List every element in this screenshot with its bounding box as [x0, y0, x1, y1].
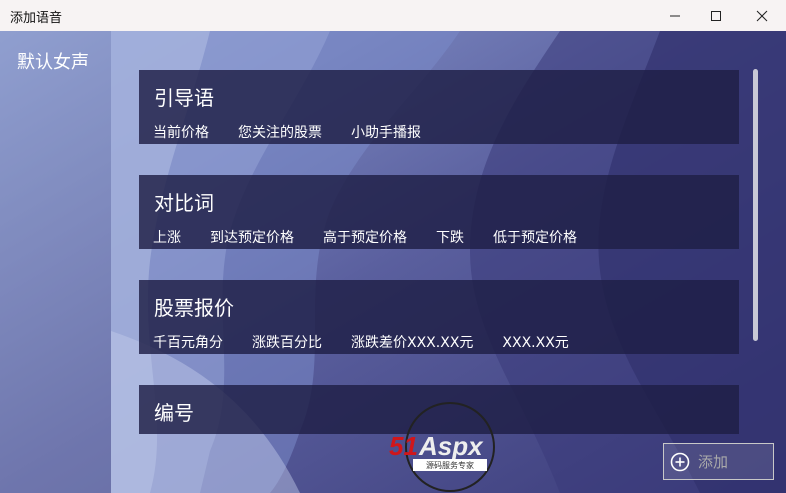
maximize-button[interactable] [693, 0, 739, 31]
close-icon [756, 10, 768, 21]
option-item[interactable]: 当前价格 [153, 122, 209, 142]
option-item[interactable]: 上涨 [153, 227, 181, 247]
watermark-logo: 51 Aspx 源码服务专家 [389, 402, 495, 492]
option-item[interactable]: XXX.XX元 [502, 332, 568, 352]
sidebar-item-default-female-voice[interactable]: 默认女声 [17, 48, 89, 74]
option-item[interactable]: 低于预定价格 [493, 227, 577, 247]
add-button[interactable]: 添加 [663, 443, 774, 480]
option-item[interactable]: 涨跌百分比 [252, 332, 322, 352]
maximize-icon [711, 10, 721, 21]
option-item[interactable]: 小助手播报 [351, 122, 421, 142]
card-comparison: 对比词 上涨 到达预定价格 高于预定价格 下跌 低于预定价格 [139, 175, 739, 249]
window-title: 添加语音 [10, 11, 63, 26]
option-item[interactable]: 高于预定价格 [323, 227, 407, 247]
option-item[interactable]: 您关注的股票 [238, 122, 322, 142]
card-heading: 股票报价 [154, 296, 234, 320]
minimize-icon [670, 15, 680, 16]
minimize-button[interactable] [652, 0, 698, 31]
option-item[interactable]: 下跌 [436, 227, 464, 247]
watermark-tagline: 源码服务专家 [426, 460, 474, 470]
watermark-brand-51: 51 [389, 431, 418, 461]
sidebar: 默认女声 [0, 31, 111, 493]
vertical-scrollbar[interactable] [753, 69, 758, 341]
main-content: 默认女声 引导语 当前价格 您关注的股票 小助手播报 对比词 上涨 到达预定价格… [0, 31, 786, 493]
plus-circle-icon [670, 452, 690, 471]
app-window: 添加语音 默认女声 引导语 当前价格 您关注的股票 小助手播报 对比词 上涨 到… [0, 0, 786, 493]
add-button-label: 添加 [698, 453, 729, 471]
card-heading: 对比词 [154, 191, 214, 215]
card-intro: 引导语 当前价格 您关注的股票 小助手播报 [139, 70, 739, 144]
watermark-brand-aspx: Aspx [418, 431, 484, 461]
card-heading: 编号 [154, 401, 194, 425]
close-button[interactable] [739, 0, 785, 31]
option-item[interactable]: 到达预定价格 [210, 227, 294, 247]
card-stock-quote: 股票报价 千百元角分 涨跌百分比 涨跌差价XXX.XX元 XXX.XX元 [139, 280, 739, 354]
option-item[interactable]: 涨跌差价XXX.XX元 [351, 332, 473, 352]
title-bar: 添加语音 [0, 0, 786, 32]
option-item[interactable]: 千百元角分 [153, 332, 223, 352]
card-heading: 引导语 [154, 86, 214, 110]
